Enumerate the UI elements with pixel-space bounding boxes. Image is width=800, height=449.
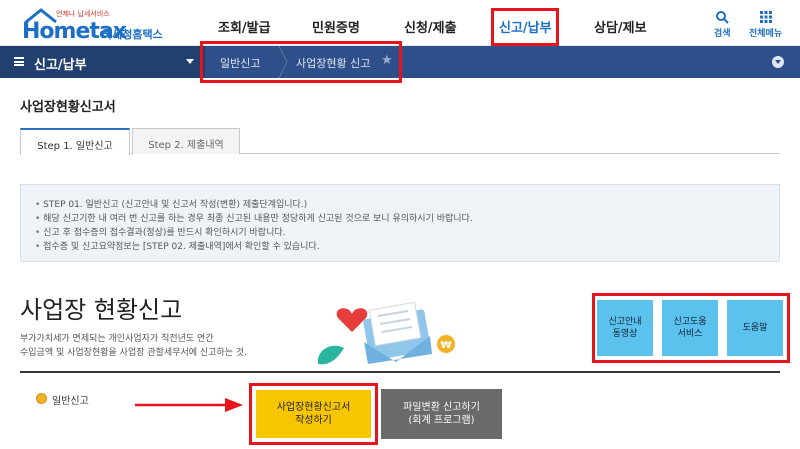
step-tabs: Step 1. 일반신고 Step 2. 제출내역 (20, 128, 780, 155)
hero-title: 사업장 현황신고 (20, 296, 183, 324)
info-box: STEP 01. 일반신고 (신고안내 및 신고서 작성(변환) 제출단계입니다… (20, 184, 780, 262)
radio-general[interactable] (36, 393, 47, 404)
all-menu-button[interactable]: 전체메뉴 (749, 10, 782, 39)
highlight-box-write (249, 383, 378, 445)
nav-item-lookup[interactable]: 조회/발급 (218, 17, 271, 36)
info-line: 신고 후 접수증의 접수결과(정상)를 반드시 확인하시기 바랍니다. (35, 226, 779, 240)
tab-step1[interactable]: Step 1. 일반신고 (20, 128, 130, 155)
menu-icon (14, 57, 24, 66)
hometax-logo[interactable]: 언제나 납세서비스 Hometax 국세청홈택스 (22, 8, 172, 44)
all-menu-label: 전체메뉴 (749, 29, 783, 39)
search-icon (716, 11, 729, 24)
highlight-box-breadcrumb (200, 41, 402, 83)
expand-toggle-icon[interactable] (772, 56, 784, 68)
grid-icon (759, 11, 772, 23)
info-line: 해당 신고기한 내 여러 번 신고를 하는 경우 최종 신고된 내용만 정당하게… (35, 212, 779, 226)
radio-general-label: 일반신고 (52, 396, 89, 407)
hero-description: 부가가치세가 면제되는 개인사업자가 직전년도 연간 수입금액 및 사업장현황을… (20, 332, 247, 360)
chevron-down-icon (186, 59, 194, 64)
highlight-box-help (592, 293, 790, 363)
info-line: STEP 01. 일반신고 (신고안내 및 신고서 작성(변환) 제출단계입니다… (35, 198, 779, 212)
brand-tagline: 언제나 납세서비스 (56, 10, 110, 18)
arrow-right-icon (135, 398, 243, 412)
envelope-illustration: ₩ (317, 301, 455, 365)
file-convert-button[interactable]: 파일변환 신고하기 (회계 프로그램) (381, 389, 502, 439)
search-label: 검색 (714, 29, 731, 39)
tab-step2[interactable]: Step 2. 제출내역 (132, 128, 240, 154)
search-button[interactable]: 검색 (714, 10, 731, 39)
hero-description-line1: 부가가치세가 면제되는 개인사업자가 직전년도 연간 (20, 334, 214, 344)
top-nav: 언제나 납세서비스 Hometax 국세청홈택스 조회/발급 민원증명 신청/제… (0, 0, 800, 46)
hero-description-line2: 수입금액 및 사업장현황을 사업장 관할세무서에 신고하는 것. (20, 348, 248, 358)
info-line: 접수증 및 신고요약정보는 [STEP 02. 제출내역]에서 확인할 수 있습… (35, 240, 779, 254)
nav-item-certificate[interactable]: 민원증명 (312, 17, 360, 36)
svg-text:₩: ₩ (440, 340, 451, 351)
brand-name-ko: 국세청홈택스 (102, 28, 163, 41)
section-selector[interactable]: 신고/납부 (0, 46, 205, 78)
page-title: 사업장현황신고서 (20, 100, 116, 115)
section-title: 신고/납부 (34, 58, 87, 73)
highlight-box-nav (491, 8, 559, 46)
nav-item-consult[interactable]: 상담/제보 (594, 17, 647, 36)
divider (20, 371, 780, 373)
nav-item-apply[interactable]: 신청/제출 (404, 17, 457, 36)
